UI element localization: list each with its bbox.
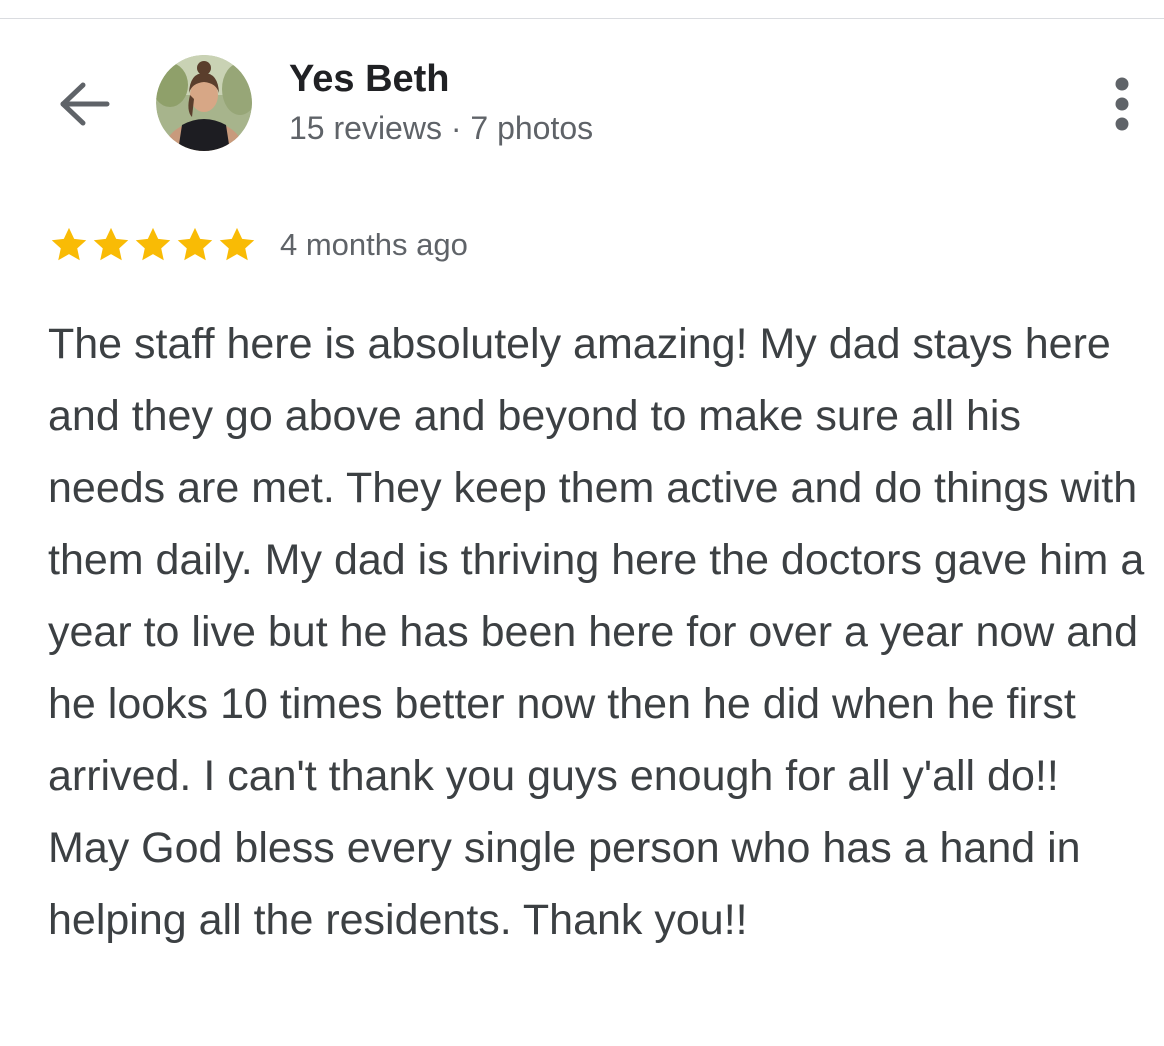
back-button[interactable] [52, 74, 116, 134]
more-vertical-icon [1115, 77, 1129, 131]
arrow-back-icon [60, 82, 110, 126]
avatar-photo [156, 55, 252, 151]
star-rating [48, 224, 258, 266]
rating-row: 4 months ago [48, 224, 468, 266]
star-icon [219, 227, 255, 261]
review-date: 4 months ago [280, 227, 468, 262]
reviewer-stats: 15 reviews · 7 photos [289, 110, 594, 146]
review-text: The staff here is absolutely amazing! My… [48, 320, 1145, 944]
star-icon [51, 227, 87, 261]
star-icon [177, 227, 213, 261]
star-icon [93, 227, 129, 261]
star-icon [135, 227, 171, 261]
top-divider [0, 18, 1164, 19]
avatar[interactable] [156, 55, 252, 151]
more-options-button[interactable] [1098, 72, 1146, 136]
reviewer-name[interactable]: Yes Beth [289, 58, 450, 101]
